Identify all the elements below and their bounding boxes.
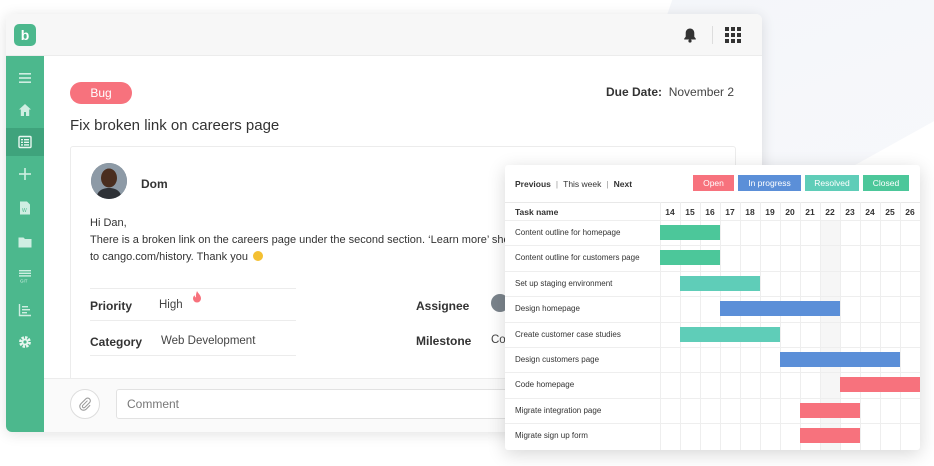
attach-button[interactable] — [70, 389, 100, 419]
task-bar[interactable] — [800, 428, 860, 444]
task-name[interactable]: Create customer case studies — [515, 330, 621, 339]
row-divider — [505, 347, 920, 348]
avatar — [91, 163, 127, 199]
category-value[interactable]: Web Development — [161, 335, 255, 347]
day-label: 23 — [845, 207, 855, 217]
gantt-panel: Previous | This week | Next Open In progress R… — [505, 165, 920, 450]
next-button[interactable]: Next — [614, 179, 632, 189]
task-bar[interactable] — [660, 225, 720, 240]
day-column-line — [900, 202, 901, 450]
bell-icon[interactable] — [682, 27, 698, 43]
day-column-line — [780, 202, 781, 450]
task-bar[interactable] — [840, 377, 920, 393]
message-line: to cango.com/history. Thank you — [90, 249, 510, 266]
task-bar[interactable] — [660, 250, 720, 266]
priority-label: Priority — [90, 299, 133, 313]
due-date-value: November 2 — [668, 85, 735, 99]
header-divider — [505, 202, 920, 203]
day-label: 24 — [865, 207, 875, 217]
folder-icon[interactable] — [6, 228, 44, 256]
fire-icon — [193, 291, 201, 303]
day-label: 22 — [825, 207, 835, 217]
row-divider — [505, 372, 920, 374]
priority-value[interactable]: High — [159, 299, 183, 311]
row-divider — [505, 296, 920, 298]
smile-emoji-icon — [253, 251, 264, 261]
row-divider — [505, 423, 920, 425]
message-line: There is a broken link on the careers pa… — [90, 234, 525, 246]
menu-icon[interactable] — [6, 64, 44, 92]
task-bar[interactable] — [720, 301, 840, 317]
divider — [90, 288, 296, 289]
page-title: Fix broken link on careers page — [70, 117, 280, 134]
task-bar[interactable] — [800, 402, 860, 418]
task-bar[interactable] — [680, 275, 760, 291]
milestone-value[interactable]: Co — [491, 334, 506, 346]
top-bar: b — [6, 14, 762, 56]
task-name[interactable]: Design homepage — [515, 304, 580, 313]
row-divider — [505, 321, 920, 323]
task-name[interactable]: Code homepage — [515, 380, 574, 389]
row-divider — [505, 397, 920, 399]
status-in-progress-button[interactable]: In progress — [738, 175, 801, 191]
task-name[interactable]: Content outline for customers page — [515, 253, 640, 262]
document-icon[interactable]: W — [6, 194, 44, 222]
day-label: 16 — [705, 207, 715, 217]
chart-icon[interactable] — [6, 296, 44, 324]
day-column-line — [860, 202, 861, 450]
day-label: 20 — [785, 207, 795, 217]
status-resolved-button[interactable]: Resolved — [805, 175, 859, 191]
paperclip-icon — [79, 397, 91, 411]
task-name[interactable]: Set up staging environment — [515, 279, 612, 288]
apps-grid-icon[interactable] — [725, 27, 741, 43]
task-name[interactable]: Content outline for homepage — [515, 228, 620, 237]
list-icon[interactable] — [6, 128, 44, 156]
day-label: 21 — [805, 207, 815, 217]
svg-text:GIT: GIT — [20, 279, 28, 284]
due-date: Due Date: November 2 — [606, 85, 734, 99]
day-label: 26 — [905, 207, 915, 217]
status-open-button[interactable]: Open — [693, 175, 734, 191]
day-column-line — [880, 202, 881, 450]
due-date-label: Due Date: — [606, 85, 663, 99]
git-icon[interactable]: GIT — [6, 262, 44, 290]
gear-icon[interactable] — [6, 328, 44, 356]
day-label: 17 — [725, 207, 735, 217]
app-logo[interactable]: b — [14, 24, 36, 46]
day-label: 19 — [765, 207, 775, 217]
task-name-header: Task name — [515, 207, 559, 217]
row-divider — [505, 245, 920, 247]
task-bar[interactable] — [780, 352, 900, 367]
gantt-navigation: Previous | This week | Next — [515, 179, 633, 189]
row-divider — [505, 220, 920, 221]
this-week-button[interactable]: This week — [563, 179, 601, 189]
day-label: 18 — [745, 207, 755, 217]
assignee-label: Assignee — [416, 299, 470, 313]
home-icon[interactable] — [6, 96, 44, 124]
author-name: Dom — [141, 177, 168, 191]
bug-badge[interactable]: Bug — [70, 82, 132, 104]
row-divider — [505, 270, 920, 272]
sidebar: W GIT — [6, 56, 44, 432]
milestone-label: Milestone — [416, 334, 472, 348]
day-label: 15 — [685, 207, 695, 217]
topbar-divider — [712, 26, 713, 44]
task-name[interactable]: Migrate sign up form — [515, 431, 588, 440]
status-closed-button[interactable]: Closed — [863, 175, 909, 191]
message-line: Hi Dan, — [90, 217, 127, 229]
svg-text:W: W — [22, 208, 27, 214]
day-label: 25 — [885, 207, 895, 217]
day-label: 14 — [665, 207, 675, 217]
divider — [90, 320, 296, 321]
task-name[interactable]: Migrate integration page — [515, 406, 601, 415]
divider — [90, 355, 296, 356]
task-bar[interactable] — [680, 326, 780, 342]
task-name[interactable]: Design customers page — [515, 355, 599, 364]
message-body: Hi Dan, There is a broken link on the ca… — [90, 215, 525, 266]
previous-button[interactable]: Previous — [515, 179, 551, 189]
plus-icon[interactable] — [6, 160, 44, 188]
category-label: Category — [90, 335, 143, 349]
